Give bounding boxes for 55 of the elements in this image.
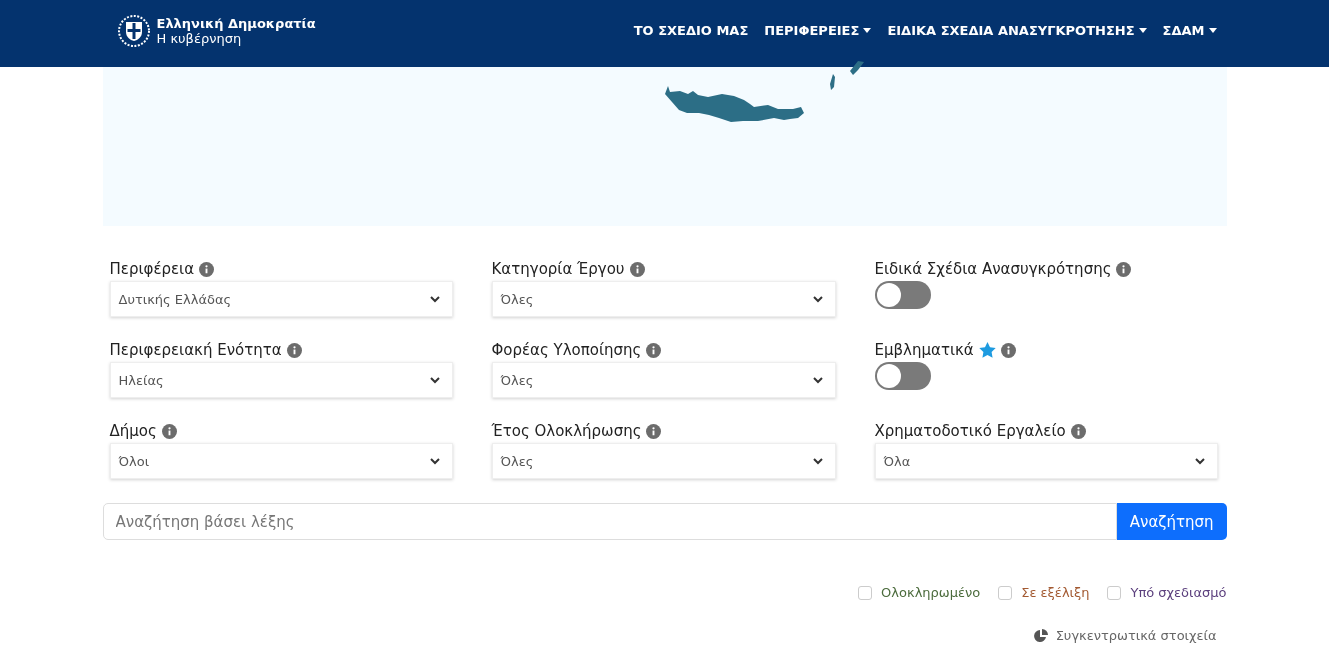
info-icon[interactable] — [199, 261, 215, 277]
info-icon[interactable] — [646, 423, 662, 439]
info-icon[interactable] — [286, 342, 302, 358]
select-field[interactable]: Όλες — [491, 443, 836, 479]
checkbox[interactable] — [998, 585, 1013, 600]
toggle-switch[interactable] — [874, 281, 931, 309]
chevron-down-icon — [429, 457, 440, 465]
select-field[interactable]: Όλα — [874, 443, 1218, 479]
info-icon[interactable] — [1070, 423, 1086, 439]
info-icon[interactable] — [161, 423, 177, 439]
nav-dropdown[interactable]: ΠΕΡΙΦΕΡΕΙΕΣ — [764, 23, 872, 38]
chevron-down-icon — [1194, 457, 1205, 465]
select-field[interactable]: Δυτικής Ελλάδας — [109, 281, 453, 317]
filter-label: Εμβληματικά — [874, 341, 974, 359]
checkbox[interactable] — [1107, 585, 1122, 600]
filter-label: Περιφερειακή Ενότητα — [109, 341, 282, 359]
info-icon[interactable] — [629, 261, 645, 277]
info-icon[interactable] — [1000, 342, 1016, 358]
pie-chart-icon — [1033, 628, 1048, 643]
emblem-icon — [116, 13, 151, 48]
info-icon[interactable] — [646, 342, 662, 358]
summary-link[interactable]: Συγκεντρωτικά στοιχεία — [1033, 628, 1217, 643]
select-field[interactable]: Όλοι — [109, 443, 453, 479]
status-label[interactable]: Σε εξέλιξη — [1021, 585, 1090, 600]
search-field[interactable]: Αναζήτηση βάσει λέξης — [102, 503, 1117, 540]
search-button[interactable]: Αναζήτηση — [1116, 503, 1227, 540]
caret-icon — [1138, 28, 1147, 33]
chevron-down-icon — [429, 376, 440, 384]
checkbox[interactable] — [858, 585, 873, 600]
select-field[interactable]: Όλες — [491, 362, 836, 398]
nav-dropdown[interactable]: ΕΙΔΙΚΑ ΣΧΕΔΙΑ ΑΝΑΣΥΓΚΡΟΤΗΣΗΣ — [887, 23, 1147, 38]
filter-label: Κατηγορία Έργου — [491, 260, 625, 278]
select-field[interactable]: Όλες — [491, 281, 836, 317]
caret-icon — [863, 28, 872, 33]
nav-dropdown[interactable]: ΣΔΑΜ — [1162, 23, 1217, 38]
info-icon[interactable] — [1116, 261, 1132, 277]
toggle-switch[interactable] — [874, 362, 931, 390]
filter-label: Δήμος — [109, 422, 157, 440]
caret-icon — [1208, 28, 1217, 33]
filter-label: Φορέας Υλοποίησης — [491, 341, 642, 359]
filter-label: Έτος Ολοκλήρωσης — [491, 422, 642, 440]
chevron-down-icon — [812, 457, 823, 465]
status-label[interactable]: Υπό σχεδιασμό — [1130, 585, 1227, 600]
logo-title[interactable]: Ελληνική Δημοκρατία — [156, 15, 316, 31]
nav-link[interactable]: ΤΟ ΣΧΕΔΙΟ ΜΑΣ — [633, 23, 749, 38]
filter-label: Χρηματοδοτικό Εργαλείο — [874, 422, 1066, 440]
star-icon — [978, 342, 996, 358]
filter-label: Περιφέρεια — [109, 260, 195, 278]
filter-label: Ειδικά Σχέδια Ανασυγκρότησης — [874, 260, 1112, 278]
chevron-down-icon — [812, 295, 823, 303]
chevron-down-icon — [812, 376, 823, 384]
logo-subtitle[interactable]: Η κυβέρνηση — [156, 30, 316, 46]
select-field[interactable]: Ηλείας — [109, 362, 453, 398]
chevron-down-icon — [429, 295, 440, 303]
status-label[interactable]: Ολοκληρωμένο — [881, 585, 981, 600]
